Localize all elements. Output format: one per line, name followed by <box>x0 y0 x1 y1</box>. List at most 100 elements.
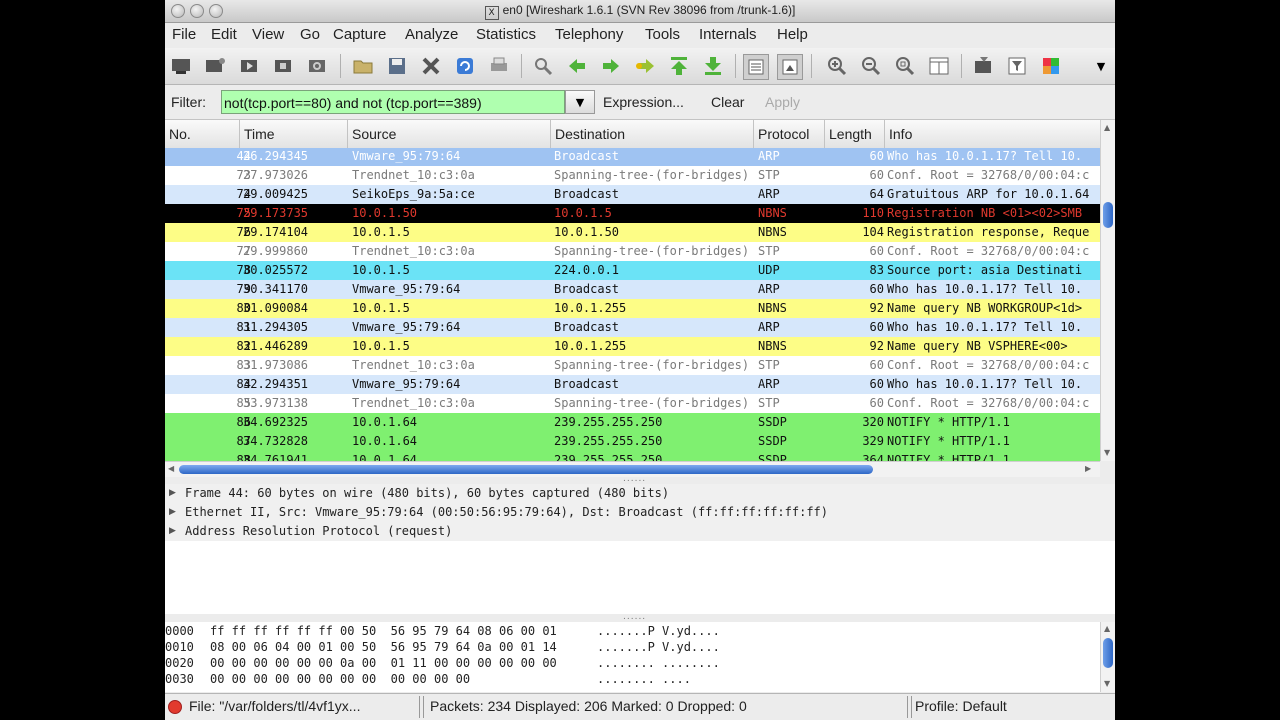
bytes-vertical-scrollbar[interactable]: ▲ ▼ <box>1100 622 1115 692</box>
capture-filters-icon[interactable] <box>971 54 995 78</box>
packet-info: NOTIFY * HTTP/1.1 <box>887 434 1010 448</box>
packet-source: Vmware_95:79:64 <box>352 282 461 296</box>
scroll-down-arrow-icon[interactable]: ▼ <box>1104 679 1110 688</box>
expression-button[interactable]: Expression... <box>603 94 684 110</box>
menu-go[interactable]: Go <box>300 26 320 43</box>
menu-help[interactable]: Help <box>777 26 808 43</box>
packet-protocol: NBNS <box>758 206 787 220</box>
packet-row[interactable]: 82 31.446289 10.0.1.5 10.0.1.255 NBNS 92 Name … <box>165 337 1100 356</box>
menu-edit[interactable]: Edit <box>211 26 237 43</box>
scroll-up-arrow-icon[interactable]: ▲ <box>1104 624 1110 633</box>
bytes-row[interactable]: 0020 00 00 00 00 00 00 0a 00 01 11 00 00 … <box>165 655 1100 671</box>
column-source[interactable]: Source <box>348 120 551 148</box>
scroll-right-arrow-icon[interactable]: ▶ <box>1085 464 1091 473</box>
filter-dropdown-icon[interactable]: ▼ <box>565 90 595 114</box>
menu-file[interactable]: File <box>172 26 196 43</box>
status-profile[interactable]: Profile: Default <box>915 698 1007 714</box>
scroll-up-arrow-icon[interactable]: ▲ <box>1104 123 1110 132</box>
go-first-icon[interactable] <box>667 54 691 78</box>
display-filter-input[interactable]: not(tcp.port==80) and not (tcp.port==389… <box>221 90 565 114</box>
packet-protocol: ARP <box>758 149 780 163</box>
packet-row[interactable]: 74 29.009425 SeikoEps_9a:5a:ce Broadcast ARP… <box>165 185 1100 204</box>
detail-tree-item[interactable]: ▶ Ethernet II, Src: Vmware_95:79:64 (00:5… <box>165 503 1115 522</box>
packet-row[interactable]: 84 32.294351 Vmware_95:79:64 Broadcast ARP 60… <box>165 375 1100 394</box>
print-icon[interactable] <box>487 54 511 78</box>
packet-row[interactable]: 86 34.692325 10.0.1.64 239.255.255.250 SSDP 3… <box>165 413 1100 432</box>
expand-triangle-icon[interactable]: ▶ <box>169 503 176 522</box>
column-destination[interactable]: Destination <box>551 120 754 148</box>
packet-source: 10.0.1.64 <box>352 415 418 429</box>
expand-triangle-icon[interactable]: ▶ <box>169 522 176 541</box>
menu-capture[interactable]: Capture <box>333 26 386 43</box>
packet-row[interactable]: 77 29.999860 Trendnet_10:c3:0a Spanning-tre… <box>165 242 1100 261</box>
display-filters-icon[interactable] <box>1005 54 1029 78</box>
packet-row[interactable]: 88 34.761941 10.0.1.64 239.255.255.250 SSDP 3… <box>165 451 1100 461</box>
detail-tree-item[interactable]: ▶ Frame 44: 60 bytes on wire (480 bits), … <box>165 484 1115 503</box>
pane-splitter-handle[interactable]: ...... <box>623 612 646 622</box>
scrollbar-thumb[interactable] <box>1103 202 1113 228</box>
resize-columns-icon[interactable] <box>927 54 951 78</box>
clear-filter-button[interactable]: Clear <box>711 94 744 110</box>
scroll-down-arrow-icon[interactable]: ▼ <box>1104 448 1110 457</box>
interface-list-icon[interactable] <box>169 54 193 78</box>
expand-triangle-icon[interactable]: ▶ <box>169 484 176 503</box>
packet-row[interactable]: 80 31.090084 10.0.1.5 10.0.1.255 NBNS 92 Name … <box>165 299 1100 318</box>
packet-row[interactable]: 87 34.732828 10.0.1.64 239.255.255.250 SSDP 3… <box>165 432 1100 451</box>
save-file-icon[interactable] <box>385 54 409 78</box>
bytes-row[interactable]: 0030 00 00 00 00 00 00 00 00 00 00 00 00.… <box>165 671 1100 687</box>
packet-row[interactable]: 73 27.973026 Trendnet_10:c3:0a Spanning-tre… <box>165 166 1100 185</box>
colorize-icon[interactable] <box>743 54 769 80</box>
menu-analyze[interactable]: Analyze <box>405 26 458 43</box>
menu-tools[interactable]: Tools <box>645 26 680 43</box>
packet-row[interactable]: 75 29.173735 10.0.1.50 10.0.1.5 NBNS 110 Regis… <box>165 204 1100 223</box>
scrollbar-thumb[interactable] <box>1103 638 1113 668</box>
column-no[interactable]: No. <box>165 120 240 148</box>
menu-statistics[interactable]: Statistics <box>476 26 536 43</box>
expert-info-error-icon[interactable] <box>168 700 182 714</box>
column-protocol[interactable]: Protocol <box>754 120 825 148</box>
packet-row[interactable]: 76 29.174104 10.0.1.5 10.0.1.50 NBNS 104 Regis… <box>165 223 1100 242</box>
stop-capture-icon[interactable] <box>271 54 295 78</box>
restart-capture-icon[interactable] <box>305 54 329 78</box>
scroll-left-arrow-icon[interactable]: ◀ <box>168 464 174 473</box>
scrollbar-thumb[interactable] <box>179 465 873 474</box>
zoom-out-icon[interactable] <box>859 54 883 78</box>
pane-splitter-handle[interactable]: ...... <box>623 474 646 484</box>
menu-telephony[interactable]: Telephony <box>555 26 623 43</box>
find-packet-icon[interactable] <box>531 54 555 78</box>
column-info[interactable]: Info <box>885 120 1100 148</box>
menu-view[interactable]: View <box>252 26 284 43</box>
column-length[interactable]: Length <box>825 120 885 148</box>
column-time[interactable]: Time <box>240 120 348 148</box>
packet-row[interactable]: 79 30.341170 Vmware_95:79:64 Broadcast ARP 60… <box>165 280 1100 299</box>
packet-source: Vmware_95:79:64 <box>352 320 461 334</box>
detail-tree-item[interactable]: ▶ Address Resolution Protocol (request) <box>165 522 1115 541</box>
go-to-packet-icon[interactable] <box>633 54 657 78</box>
packet-row[interactable]: 44 26.294345 Vmware_95:79:64 Broadcast ARP 60… <box>165 148 1100 166</box>
bytes-row[interactable]: 0010 08 00 06 04 00 01 00 50 56 95 79 64 … <box>165 639 1100 655</box>
packet-row[interactable]: 78 30.025572 10.0.1.5 224.0.0.1 UDP 83 Source … <box>165 261 1100 280</box>
bytes-row[interactable]: 0000 ff ff ff ff ff ff 00 50 56 95 79 64 … <box>165 623 1100 639</box>
packet-protocol: UDP <box>758 263 780 277</box>
packet-row[interactable]: 81 31.294305 Vmware_95:79:64 Broadcast ARP 60… <box>165 318 1100 337</box>
packet-row[interactable]: 85 33.973138 Trendnet_10:c3:0a Spanning-tre… <box>165 394 1100 413</box>
close-file-icon[interactable] <box>419 54 443 78</box>
zoom-in-icon[interactable] <box>825 54 849 78</box>
zoom-normal-icon[interactable] <box>893 54 917 78</box>
filter-label: Filter: <box>171 94 206 110</box>
apply-filter-button[interactable]: Apply <box>765 94 800 110</box>
go-forward-icon[interactable] <box>599 54 623 78</box>
menu-internals[interactable]: Internals <box>699 26 757 43</box>
start-capture-icon[interactable] <box>237 54 261 78</box>
more-chevron-icon[interactable]: ▼ <box>1089 54 1113 78</box>
go-back-icon[interactable] <box>565 54 589 78</box>
packet-row[interactable]: 83 31.973086 Trendnet_10:c3:0a Spanning-tre… <box>165 356 1100 375</box>
open-file-icon[interactable] <box>351 54 375 78</box>
packet-no: 85 <box>236 396 251 410</box>
capture-options-icon[interactable] <box>203 54 227 78</box>
reload-file-icon[interactable] <box>453 54 477 78</box>
coloring-rules-icon[interactable] <box>1039 54 1063 78</box>
go-last-icon[interactable] <box>701 54 725 78</box>
auto-scroll-icon[interactable] <box>777 54 803 80</box>
packet-list-vertical-scrollbar[interactable]: ▲ ▼ <box>1100 120 1115 461</box>
